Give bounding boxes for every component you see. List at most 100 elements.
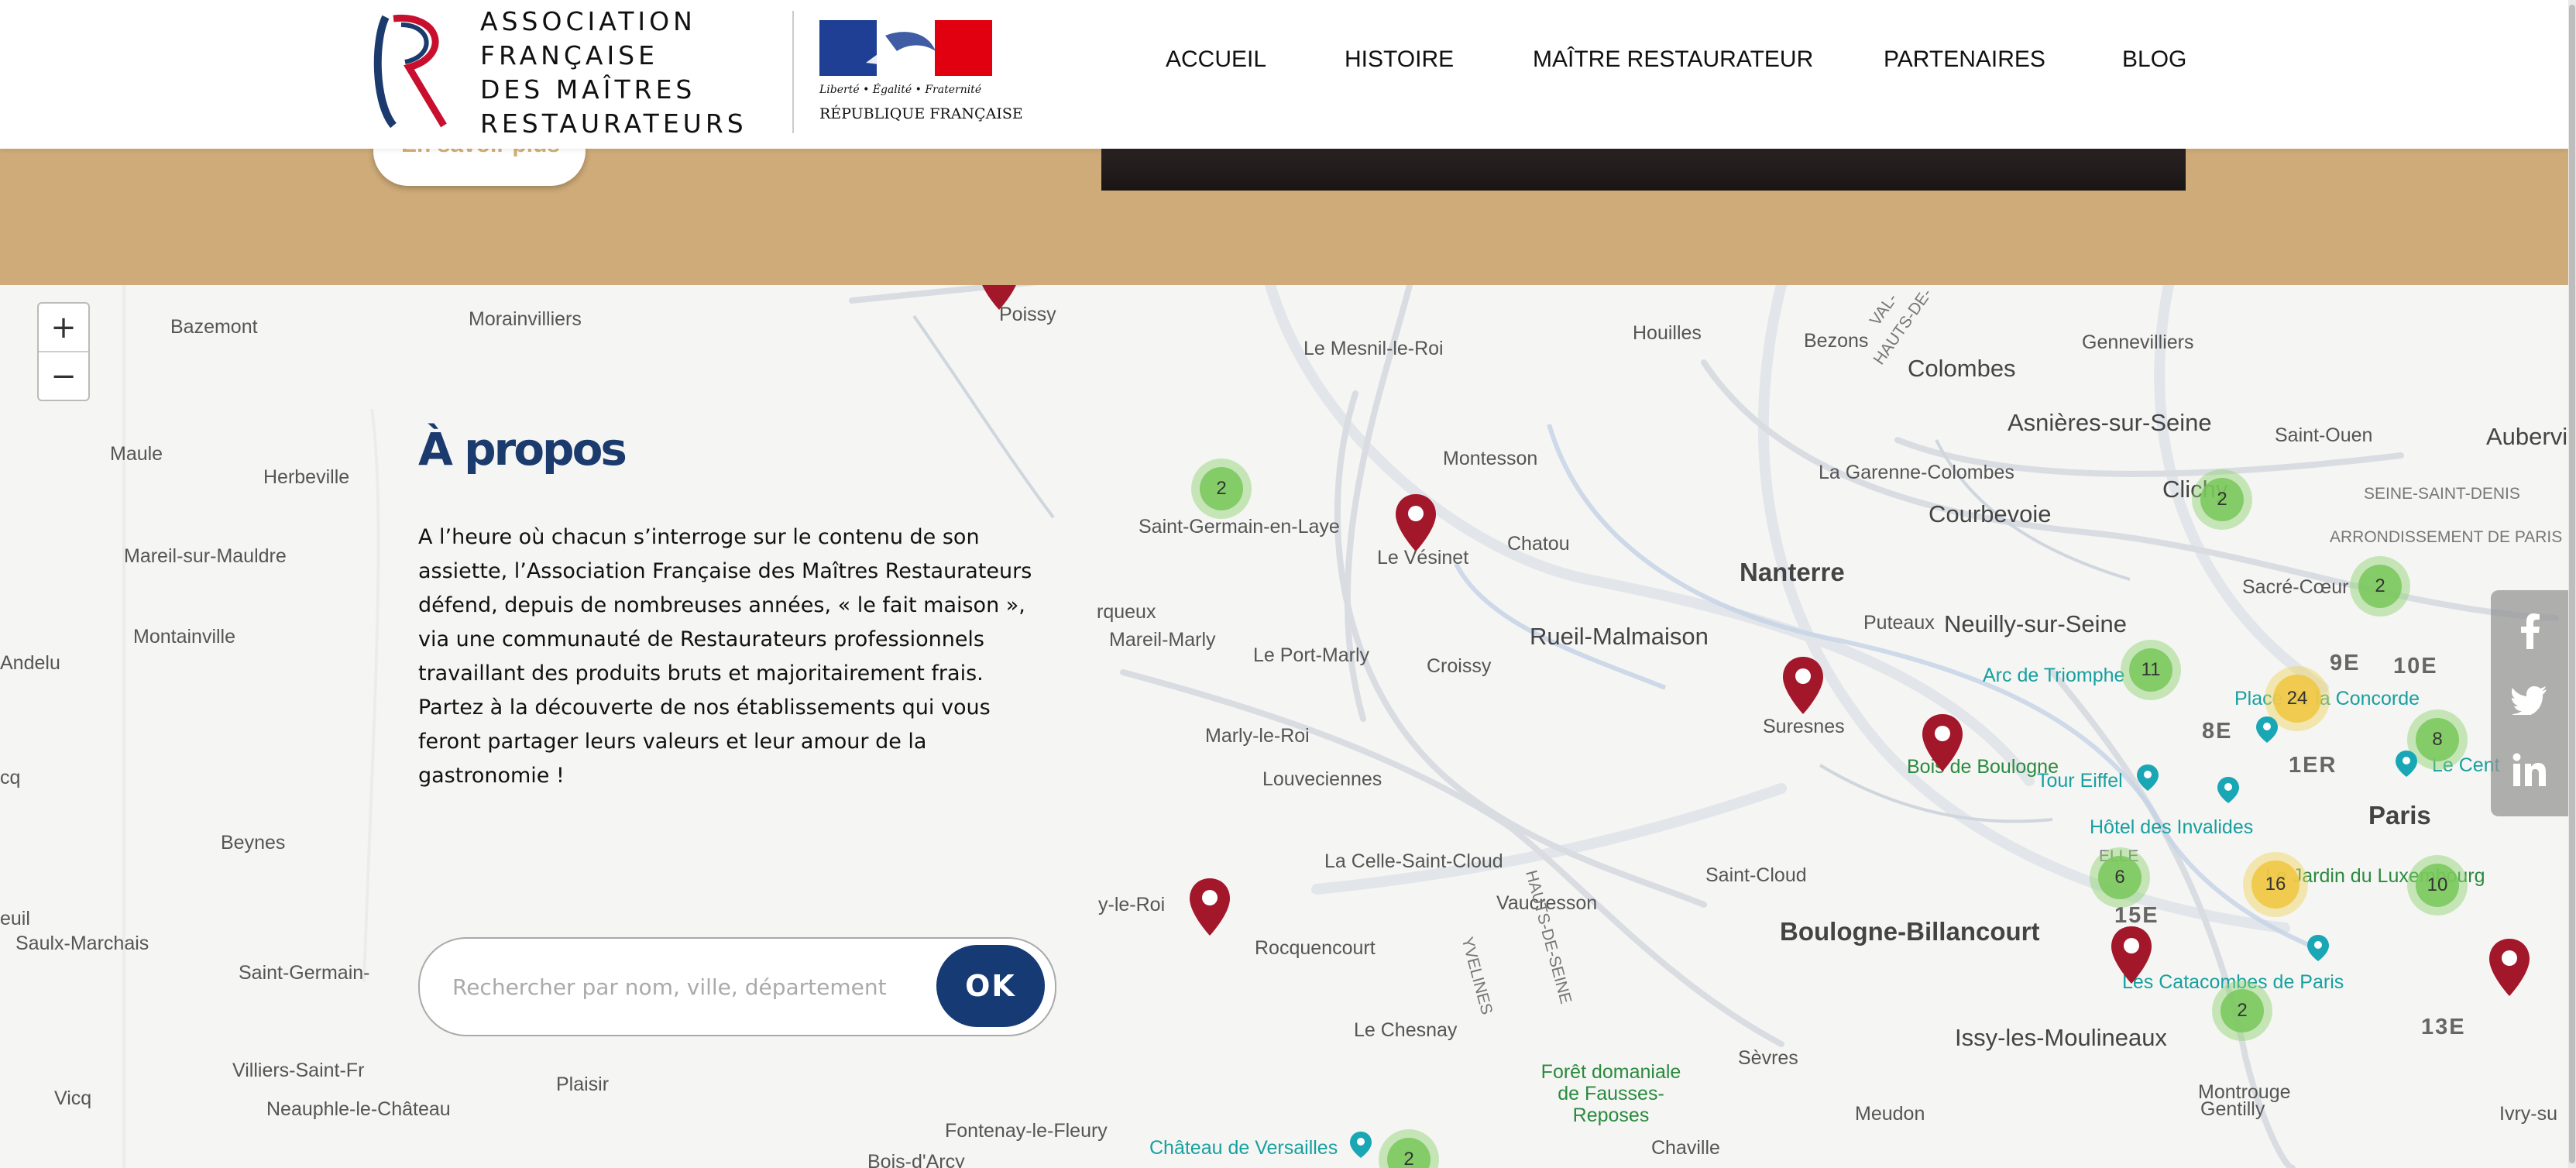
map-place: 1ER	[2289, 753, 2337, 778]
map-place: Mareil-sur-Mauldre	[124, 545, 287, 567]
map-place: Herbeville	[263, 466, 350, 488]
map-place: Bois-d'Arcy	[867, 1151, 965, 1168]
restaurant-cluster[interactable]: 2	[2350, 556, 2410, 617]
map-place: Saint-Germain-	[239, 962, 370, 984]
restaurant-pin-icon[interactable]	[2488, 937, 2531, 998]
map-place: Saint-Ouen	[2275, 424, 2373, 446]
restaurant-pin-icon[interactable]	[1188, 877, 1231, 937]
restaurant-pin-icon[interactable]	[1394, 493, 1437, 553]
map-place: Gennevilliers	[2082, 332, 2194, 353]
map-place: Suresnes	[1763, 716, 1845, 737]
about-title: À propos	[418, 423, 627, 476]
map-place: Neuilly-sur-Seine	[1944, 610, 2128, 637]
marianne-flag-icon	[819, 20, 992, 76]
map-place: ARRONDISSEMENT DE PARIS	[2330, 528, 2563, 546]
restaurant-pin-icon[interactable]	[2110, 925, 2153, 985]
cluster-count: 2	[2358, 565, 2402, 608]
poi-marker-icon	[2256, 716, 2278, 743]
restaurant-search-box: OK	[418, 937, 1056, 1036]
nav-partenaires[interactable]: PARTENAIRES	[1884, 46, 2045, 73]
map-place: Saulx-Marchais	[15, 933, 149, 954]
map-place: euil	[0, 908, 30, 929]
linkedin-icon[interactable]	[2491, 739, 2568, 801]
map-place: Forêt domaniale de Fausses-Reposes	[1540, 1061, 1681, 1126]
map-place: Bezons	[1804, 330, 1869, 352]
search-input[interactable]	[451, 962, 888, 1012]
cluster-count: 2	[2221, 989, 2264, 1032]
map-place: 9E	[2330, 651, 2361, 675]
map-place: Paris	[2368, 801, 2431, 830]
map-place: Louveciennes	[1262, 768, 1382, 790]
map-place: Vicq	[54, 1087, 92, 1109]
nav-maitre-restaurateur[interactable]: MAÎTRE RESTAURATEUR	[1533, 46, 1813, 73]
map-place: Bazemont	[170, 316, 258, 338]
cluster-count: 6	[2098, 856, 2142, 899]
map-place: y-le-Roi	[1098, 894, 1166, 916]
map-place: Rocquencourt	[1255, 937, 1376, 959]
logo-line: FRANÇAISE	[480, 40, 658, 70]
site-header: ASSOCIATION FRANÇAISE DES MAÎTRES RESTAU…	[0, 0, 2568, 149]
poi-marker-icon	[2396, 751, 2417, 777]
map-place: Villiers-Saint-Fr	[232, 1060, 365, 1081]
page-scrollbar[interactable]	[2568, 0, 2576, 1168]
map-place: Tour Eiffel	[2037, 770, 2123, 792]
cluster-count: 24	[2273, 675, 2321, 723]
map-place: 10E	[2393, 654, 2438, 678]
nav-histoire[interactable]: HISTOIRE	[1345, 46, 1454, 73]
map-place: 8E	[2202, 719, 2233, 744]
header-divider	[792, 11, 794, 133]
social-share-bar	[2491, 590, 2568, 816]
logo-line: ASSOCIATION	[480, 6, 696, 36]
restaurant-pin-icon[interactable]	[1781, 655, 1825, 716]
banner-photo	[1101, 149, 2186, 191]
restaurant-cluster[interactable]: 6	[2090, 847, 2150, 908]
map-place: Neauphle-le-Château	[266, 1098, 451, 1120]
map-place: Puteaux	[1863, 612, 1935, 634]
scrollbar-thumb[interactable]	[2569, 5, 2575, 1163]
restaurant-cluster[interactable]: 2	[2212, 981, 2272, 1041]
restaurant-cluster[interactable]: 2	[2192, 469, 2252, 530]
restaurant-pin-icon[interactable]	[1921, 713, 1964, 773]
map-place: Meudon	[1855, 1103, 1925, 1125]
cluster-count: 2	[1200, 467, 1243, 510]
map-place: Aubervil	[2486, 423, 2568, 450]
restaurant-cluster[interactable]: 11	[2121, 640, 2181, 700]
map-place: rqueux	[1097, 601, 1156, 623]
cluster-count: 10	[2416, 864, 2459, 907]
zoom-in-button[interactable]: +	[39, 304, 88, 352]
nav-blog[interactable]: BLOG	[2122, 46, 2186, 73]
cluster-count: 16	[2251, 861, 2300, 909]
map-place: Issy-les-Moulineaux	[1955, 1024, 2167, 1051]
search-ok-button[interactable]: OK	[936, 945, 1045, 1027]
map-place: La Celle-Saint-Cloud	[1324, 850, 1503, 872]
map-place: Montesson	[1443, 448, 1538, 469]
restaurant-map[interactable]: Bazemont Morainvilliers Poissy Le Mesnil…	[0, 285, 2568, 1168]
cluster-count: 8	[2416, 718, 2459, 761]
map-place: Plaisir	[556, 1074, 610, 1095]
logo-line: RESTAURATEURS	[480, 108, 747, 139]
nav-accueil[interactable]: ACCUEIL	[1166, 46, 1266, 73]
about-paragraph: A l’heure où chacun s’interroge sur le c…	[418, 525, 1032, 685]
amr-logo-icon[interactable]	[370, 9, 455, 133]
map-place: Colombes	[1908, 355, 2016, 382]
poi-marker-icon	[2217, 777, 2239, 803]
restaurant-pin-icon[interactable]	[977, 285, 1021, 311]
restaurant-cluster[interactable]: 16	[2243, 852, 2308, 917]
map-place: Sèvres	[1738, 1047, 1798, 1069]
map-place: Gentilly	[2200, 1098, 2265, 1120]
map-place: Chatou	[1507, 533, 1570, 555]
restaurant-cluster[interactable]: 10	[2407, 855, 2468, 916]
map-place: Hôtel des Invalides	[2090, 816, 2254, 838]
map-place: Sacré-Cœur	[2242, 576, 2349, 598]
map-place: Le Mesnil-le-Roi	[1303, 338, 1444, 359]
zoom-out-button[interactable]: −	[39, 352, 88, 400]
association-name[interactable]: ASSOCIATION FRANÇAISE DES MAÎTRES RESTAU…	[480, 5, 747, 141]
map-place: Houilles	[1633, 322, 1702, 344]
twitter-icon[interactable]	[2491, 669, 2568, 731]
cluster-count: 2	[2200, 478, 2244, 521]
cluster-count: 2	[1387, 1138, 1431, 1168]
restaurant-cluster[interactable]: 2	[1191, 459, 1252, 519]
map-place: Mareil-Marly	[1109, 629, 1216, 651]
facebook-icon[interactable]	[2491, 599, 2568, 661]
map-place: Andelu	[0, 652, 60, 674]
